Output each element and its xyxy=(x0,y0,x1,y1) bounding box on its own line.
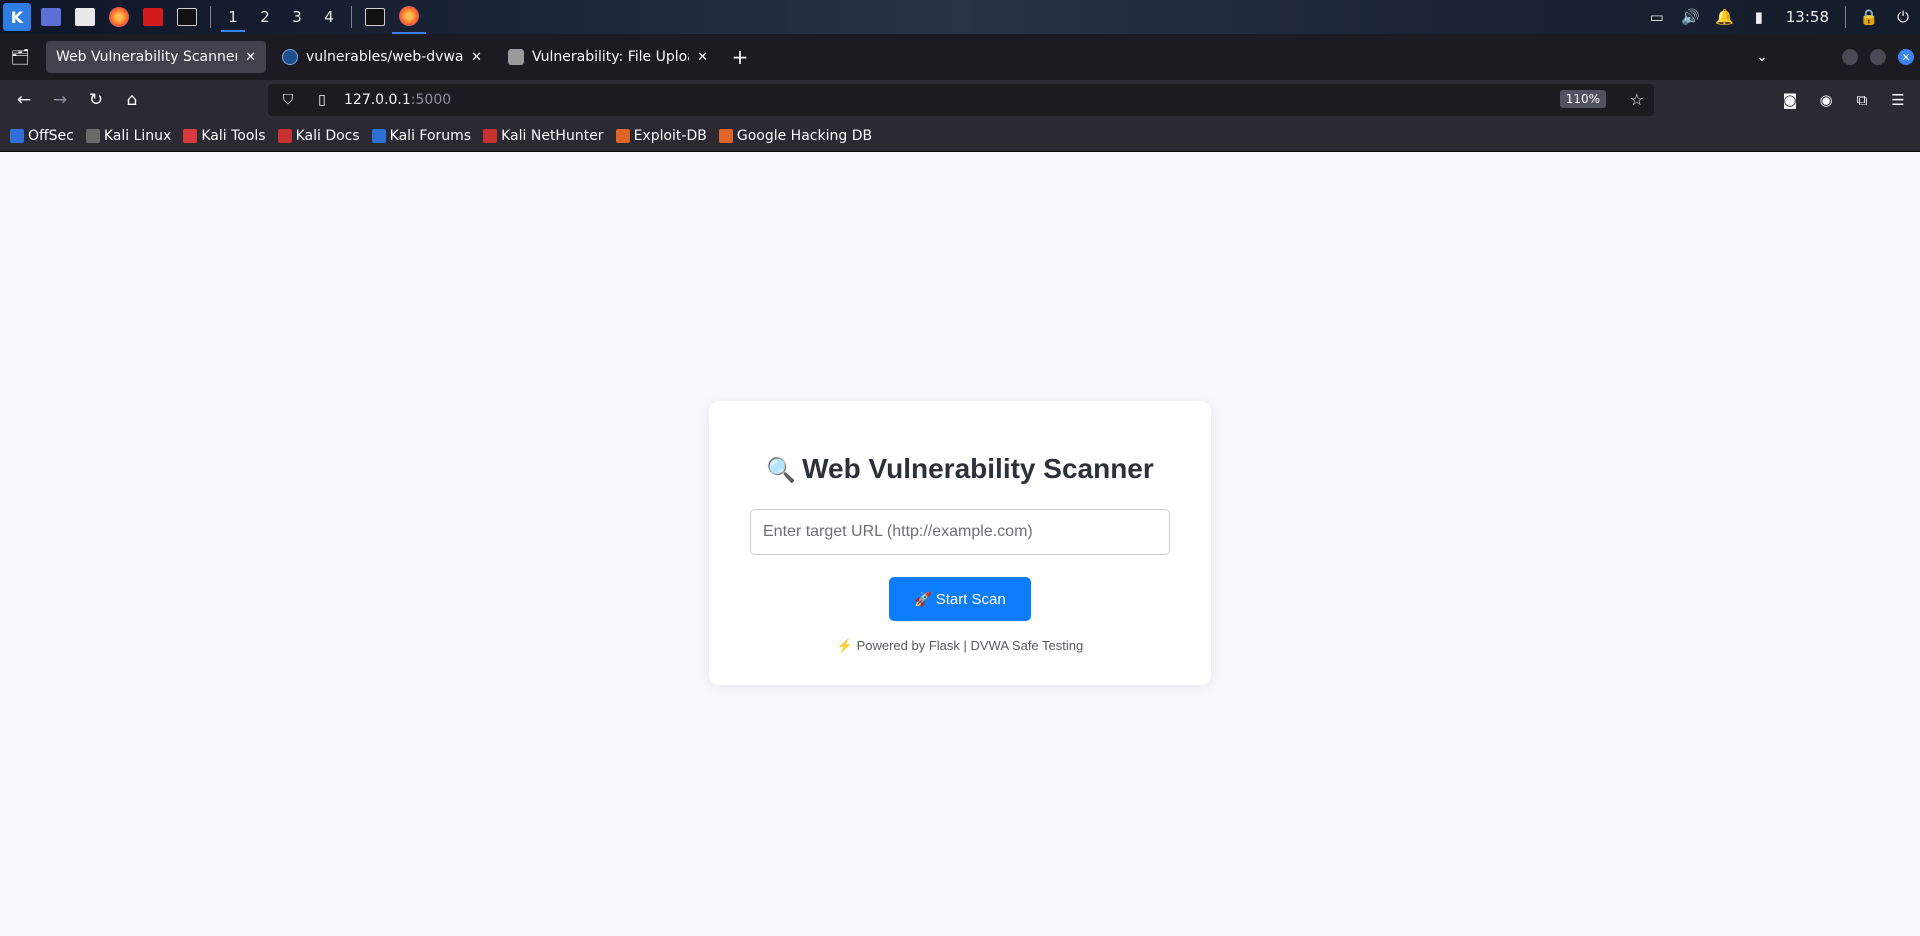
bookmarks-toolbar: OffSec Kali Linux Kali Tools Kali Docs K… xyxy=(0,120,1920,152)
bookmark-google-hacking-db[interactable]: Google Hacking DB xyxy=(718,128,872,144)
display-icon[interactable]: ▭ xyxy=(1640,0,1674,34)
forward-icon[interactable]: → xyxy=(42,84,78,116)
workspace-3[interactable]: 3 xyxy=(281,0,313,34)
bell-icon[interactable]: 🔔 xyxy=(1708,0,1742,34)
start-scan-button[interactable]: 🚀 Start Scan xyxy=(889,577,1031,621)
navigation-toolbar: ← → ↻ ⌂ ⛉ ▯ 127.0.0.1:5000 110% ☆ ◙ ◉ ⧉ … xyxy=(0,80,1920,120)
title-text: Web Vulnerability Scanner xyxy=(802,453,1154,484)
kali-docs-icon xyxy=(277,128,292,143)
list-all-tabs-chevron-icon[interactable]: ⌄ xyxy=(1742,49,1782,65)
lock-icon[interactable]: 🔒 xyxy=(1852,0,1886,34)
firefox-icon[interactable] xyxy=(102,0,136,34)
lightning-icon: ⚡ xyxy=(836,638,853,653)
browser-tab-bar: 🗂 Web Vulnerability Scanner ✕ vulnerable… xyxy=(0,34,1920,80)
terminal-task-icon[interactable] xyxy=(358,0,392,34)
tab-overview-icon[interactable]: 🗂 xyxy=(0,34,40,80)
bookmark-kali-nethunter[interactable]: Kali NetHunter xyxy=(483,128,604,144)
page-content: 🔍Web Vulnerability Scanner 🚀Start Scan ⚡… xyxy=(0,152,1920,936)
kali-forums-icon xyxy=(371,128,386,143)
dvwa-favicon-icon xyxy=(508,49,524,65)
footer-text: ⚡ Powered by Flask | DVWA Safe Testing xyxy=(836,638,1084,653)
clock[interactable]: 13:58 xyxy=(1776,8,1839,26)
tab-label: vulnerables/web-dvwa - [ xyxy=(306,49,464,65)
kali-menu-icon[interactable]: K xyxy=(0,0,34,34)
docker-favicon-icon xyxy=(282,49,298,65)
workspace-2[interactable]: 2 xyxy=(249,0,281,34)
kali-tools-icon xyxy=(183,128,198,143)
target-url-input[interactable] xyxy=(750,509,1170,555)
rocket-icon: 🚀 xyxy=(914,590,932,607)
red-app-icon[interactable] xyxy=(136,0,170,34)
tab-web-vulnerability-scanner[interactable]: Web Vulnerability Scanner ✕ xyxy=(46,41,266,73)
scanner-card: 🔍Web Vulnerability Scanner 🚀Start Scan ⚡… xyxy=(709,401,1211,685)
maximize-window-button[interactable] xyxy=(1870,49,1886,65)
url-text[interactable]: 127.0.0.1:5000 xyxy=(344,92,451,108)
page-title: 🔍 Web Vulnerability Scanner xyxy=(709,453,1211,485)
nethunter-icon xyxy=(483,128,498,143)
ghdb-icon xyxy=(718,128,733,143)
zoom-indicator[interactable]: 110% xyxy=(1559,90,1606,108)
tab-label: Vulnerability: File Upload xyxy=(532,49,690,65)
tab-file-upload[interactable]: Vulnerability: File Upload ✕ xyxy=(498,41,718,73)
panel-separator xyxy=(351,6,352,28)
new-tab-button[interactable]: + xyxy=(722,39,758,75)
bookmark-kali-linux[interactable]: Kali Linux xyxy=(85,128,171,144)
panel-separator xyxy=(210,6,211,28)
bookmark-offsec[interactable]: OffSec xyxy=(10,128,74,144)
power-icon[interactable]: ⏻ xyxy=(1886,0,1920,34)
back-icon[interactable]: ← xyxy=(6,84,42,116)
bookmark-exploit-db[interactable]: Exploit-DB xyxy=(615,128,707,144)
bookmark-kali-tools[interactable]: Kali Tools xyxy=(183,128,266,144)
start-scan-label: Start Scan xyxy=(935,590,1006,608)
minimize-window-button[interactable] xyxy=(1842,49,1858,65)
kali-dragon-icon xyxy=(85,128,100,143)
url-port: :5000 xyxy=(410,92,452,108)
system-panel: K 1 2 3 4 ▭ 🔊 🔔 ▮ 13:58 🔒 ⏻ xyxy=(0,0,1920,34)
close-tab-icon[interactable]: ✕ xyxy=(471,50,482,65)
close-window-button[interactable]: ✕ xyxy=(1898,49,1914,65)
magnifier-icon: 🔍 xyxy=(766,457,797,484)
menu-icon[interactable]: ☰ xyxy=(1880,84,1916,116)
desktop-icon[interactable] xyxy=(34,0,68,34)
extensions-icon[interactable]: ⧉ xyxy=(1844,84,1880,116)
workspace-4[interactable]: 4 xyxy=(313,0,345,34)
close-tab-icon[interactable]: ✕ xyxy=(697,50,708,65)
workspace-1[interactable]: 1 xyxy=(217,0,249,34)
url-host: 127.0.0.1 xyxy=(344,92,411,108)
shield-icon[interactable]: ⛉ xyxy=(274,92,302,108)
tab-web-dvwa[interactable]: vulnerables/web-dvwa - [ ✕ xyxy=(272,41,492,73)
files-icon[interactable] xyxy=(68,0,102,34)
panel-separator xyxy=(1845,6,1846,28)
bookmark-kali-forums[interactable]: Kali Forums xyxy=(371,128,471,144)
volume-icon[interactable]: 🔊 xyxy=(1674,0,1708,34)
battery-icon[interactable]: ▮ xyxy=(1742,0,1776,34)
firefox-task-icon[interactable] xyxy=(392,0,426,34)
url-bar[interactable]: ⛉ ▯ 127.0.0.1:5000 110% ☆ xyxy=(268,84,1654,116)
home-icon[interactable]: ⌂ xyxy=(114,84,150,116)
pocket-icon[interactable]: ◙ xyxy=(1772,84,1808,116)
tab-label: Web Vulnerability Scanner xyxy=(56,49,238,65)
exploit-db-icon xyxy=(615,128,630,143)
bookmark-kali-docs[interactable]: Kali Docs xyxy=(277,128,360,144)
terminal-icon[interactable] xyxy=(170,0,204,34)
close-tab-icon[interactable]: ✕ xyxy=(245,50,256,65)
account-icon[interactable]: ◉ xyxy=(1808,84,1844,116)
bookmark-star-icon[interactable]: ☆ xyxy=(1630,90,1644,109)
page-info-icon[interactable]: ▯ xyxy=(308,92,336,108)
offsec-icon xyxy=(10,128,24,143)
reload-icon[interactable]: ↻ xyxy=(78,84,114,116)
